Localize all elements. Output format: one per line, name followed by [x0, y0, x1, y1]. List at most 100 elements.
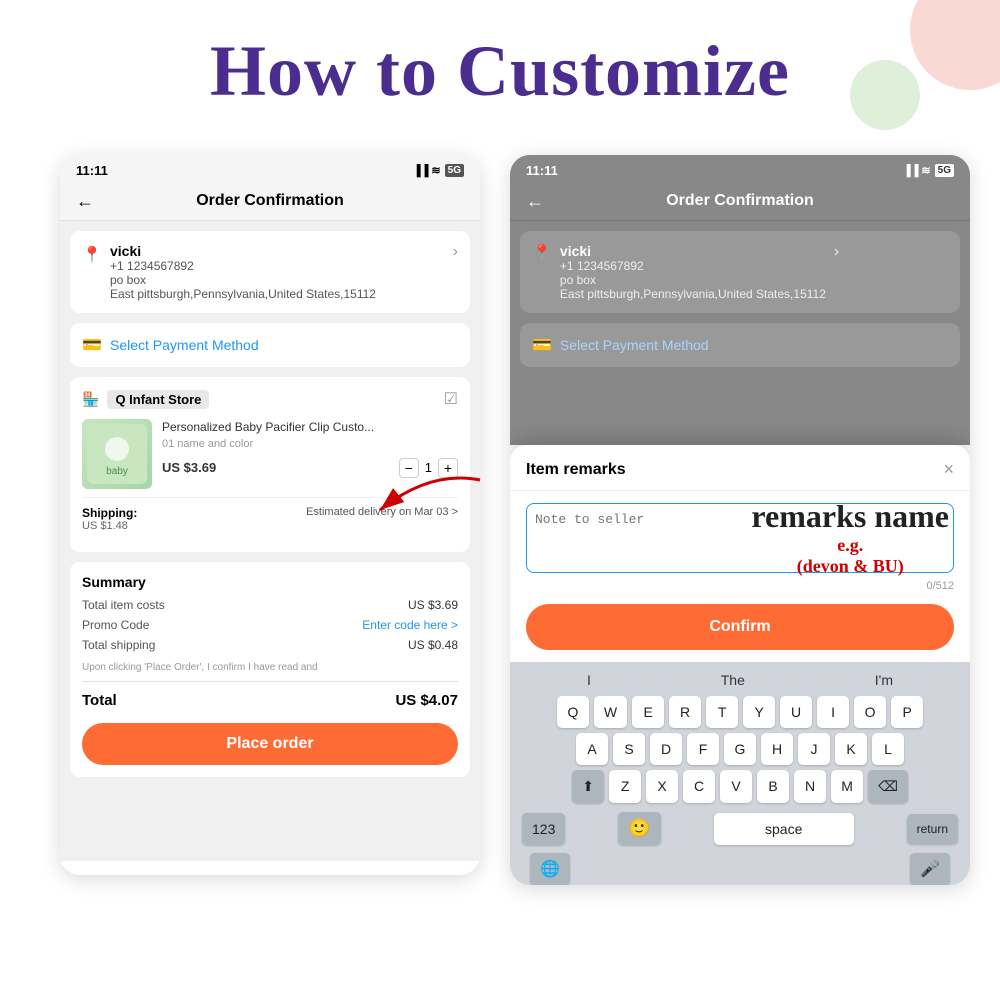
key-f[interactable]: F: [687, 733, 719, 765]
key-j[interactable]: J: [798, 733, 830, 765]
right-address-card: 📍 vicki +1 1234567892 po box East pittsb…: [520, 231, 960, 313]
store-name: Q Infant Store: [107, 390, 209, 409]
emoji-key[interactable]: 🙂: [618, 812, 660, 845]
remarks-textarea[interactable]: [526, 503, 954, 573]
summary-promo-row[interactable]: Promo Code Enter code here >: [82, 618, 458, 632]
right-status-icons: ▐▐ ≋ 5G: [903, 164, 954, 177]
confirm-button[interactable]: Confirm: [526, 604, 954, 650]
right-address-name: vicki: [560, 243, 826, 259]
disclaimer-text: Upon clicking 'Place Order', I confirm I…: [82, 658, 458, 677]
keyboard-suggestions: I The I'm: [514, 668, 966, 696]
right-back-arrow[interactable]: ←: [526, 191, 544, 212]
key-i[interactable]: I: [817, 696, 849, 728]
store-icon: 🏪: [82, 391, 99, 408]
right-payment-card[interactable]: 💳 Select Payment Method: [520, 323, 960, 367]
left-back-arrow[interactable]: ←: [76, 191, 94, 212]
key-a[interactable]: A: [576, 733, 608, 765]
total-label: Total: [82, 692, 117, 709]
key-h[interactable]: H: [761, 733, 793, 765]
right-time: 11:11: [526, 163, 558, 178]
key-e[interactable]: E: [632, 696, 664, 728]
address-name: vicki: [110, 243, 376, 259]
product-variant: 01 name and color: [162, 438, 458, 450]
dark-top-section: 11:11 ▐▐ ≋ 5G ← Order Confirmation 📍 vic…: [510, 155, 970, 445]
key-l[interactable]: L: [872, 733, 904, 765]
keyboard-row-2: A S D F G H J K L: [514, 733, 966, 765]
suggestion-im[interactable]: I'm: [875, 672, 893, 688]
right-location-icon: 📍: [532, 243, 552, 263]
key-g[interactable]: G: [724, 733, 756, 765]
place-order-button[interactable]: Place order: [82, 723, 458, 765]
product-name: Personalized Baby Pacifier Clip Custo...: [162, 419, 458, 436]
key-n[interactable]: N: [794, 770, 826, 803]
store-edit-icon[interactable]: ☑: [444, 389, 458, 409]
key-k[interactable]: K: [835, 733, 867, 765]
modal-header: Item remarks ×: [510, 445, 970, 491]
left-payment-card[interactable]: 💳 Select Payment Method: [70, 323, 470, 367]
key-t[interactable]: T: [706, 696, 738, 728]
key-r[interactable]: R: [669, 696, 701, 728]
right-address-chevron-icon[interactable]: ›: [834, 243, 839, 261]
key-z[interactable]: Z: [609, 770, 641, 803]
red-arrow: [370, 470, 490, 535]
char-count: 0/512: [526, 580, 954, 592]
key-s[interactable]: S: [613, 733, 645, 765]
key-c[interactable]: C: [683, 770, 715, 803]
main-title: How to Customize: [0, 30, 1000, 113]
key-w[interactable]: W: [594, 696, 627, 728]
shift-key[interactable]: ⬆: [572, 770, 604, 803]
shipping-cost: US $1.48: [82, 520, 137, 532]
right-status-bar: 11:11 ▐▐ ≋ 5G: [510, 155, 970, 182]
address-street: po box: [110, 273, 376, 287]
address-city: East pittsburgh,Pennsylvania,United Stat…: [110, 287, 376, 301]
suggestion-the[interactable]: The: [721, 672, 745, 688]
key-x[interactable]: X: [646, 770, 678, 803]
suggestion-i[interactable]: I: [587, 672, 591, 688]
left-screen-body: 📍 vicki +1 1234567892 po box East pittsb…: [60, 221, 480, 861]
right-payment-icon: 💳: [532, 335, 552, 355]
num-key[interactable]: 123: [522, 813, 565, 845]
modal-title: Item remarks: [526, 461, 626, 479]
keyboard: I The I'm Q W E R T Y U I O P A S D: [510, 662, 970, 885]
key-q[interactable]: Q: [557, 696, 589, 728]
summary-shipping-label: Total shipping: [82, 638, 155, 652]
key-u[interactable]: U: [780, 696, 812, 728]
left-time: 11:11: [76, 163, 108, 178]
right-screen-header: ← Order Confirmation: [510, 182, 970, 221]
total-bar: Total US $4.07: [82, 681, 458, 715]
left-screen-header: ← Order Confirmation: [60, 182, 480, 221]
address-phone: +1 1234567892: [110, 259, 376, 273]
left-status-bar: 11:11 ▐▐ ≋ 5G: [60, 155, 480, 182]
key-o[interactable]: O: [854, 696, 886, 728]
location-icon: 📍: [82, 245, 102, 265]
key-m[interactable]: M: [831, 770, 863, 803]
key-b[interactable]: B: [757, 770, 789, 803]
product-price: US $3.69: [162, 460, 216, 475]
summary-promo-value[interactable]: Enter code here >: [362, 618, 458, 632]
product-image: baby: [82, 419, 152, 489]
left-header-title: Order Confirmation: [196, 192, 344, 210]
modal-close-button[interactable]: ×: [943, 459, 954, 480]
keyboard-row-1: Q W E R T Y U I O P: [514, 696, 966, 728]
summary-shipping-value: US $0.48: [408, 638, 458, 652]
right-address-phone: +1 1234567892: [560, 259, 826, 273]
space-key[interactable]: space: [714, 813, 854, 845]
key-d[interactable]: D: [650, 733, 682, 765]
mic-key[interactable]: 🎤: [910, 853, 950, 885]
key-p[interactable]: P: [891, 696, 923, 728]
address-chevron-icon[interactable]: ›: [453, 243, 458, 261]
summary-item-label: Total item costs: [82, 598, 165, 612]
right-address-street: po box: [560, 273, 826, 287]
summary-shipping-row: Total shipping US $0.48: [82, 638, 458, 652]
key-v[interactable]: V: [720, 770, 752, 803]
right-payment-label: Select Payment Method: [560, 337, 709, 353]
globe-key[interactable]: 🌐: [530, 853, 570, 885]
left-address-card: 📍 vicki +1 1234567892 po box East pittsb…: [70, 231, 470, 313]
return-key[interactable]: return: [907, 814, 958, 844]
left-summary-card: Summary Total item costs US $3.69 Promo …: [70, 562, 470, 777]
key-y[interactable]: Y: [743, 696, 775, 728]
product-details: Personalized Baby Pacifier Clip Custo...…: [162, 419, 458, 478]
right-header-title: Order Confirmation: [666, 192, 814, 210]
delete-key[interactable]: ⌫: [868, 770, 908, 803]
item-remarks-modal: Item remarks × remarks name e.g. (devon …: [510, 445, 970, 885]
